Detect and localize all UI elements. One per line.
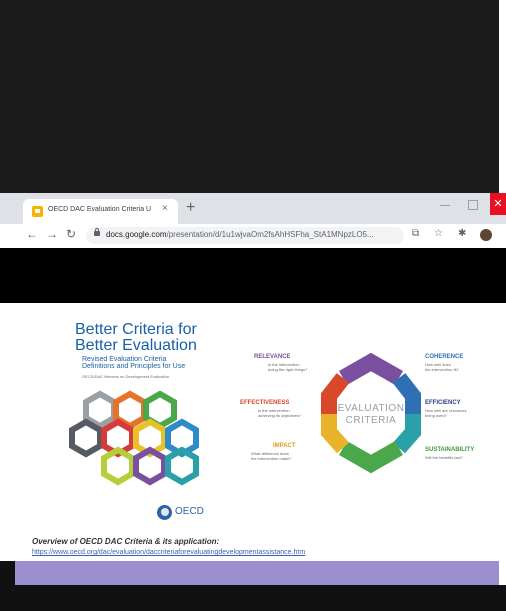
left-black-corner xyxy=(0,561,15,585)
hexagon-cluster-icon xyxy=(69,390,199,486)
new-tab-button[interactable]: + xyxy=(186,199,195,217)
slide-footer-bar xyxy=(15,561,499,585)
effectiveness-question: Is the intervention achieving its objecti… xyxy=(258,408,301,418)
slides-favicon-icon xyxy=(32,206,43,217)
efficiency-q2: being used? xyxy=(425,413,447,418)
relevance-question: Is the intervention doing the right thing… xyxy=(268,362,307,372)
center-line1: EVALUATION xyxy=(337,403,405,414)
slide-title: Better Criteria for Better Evaluation xyxy=(75,322,197,354)
evaluation-criteria-label: EVALUATION CRITERIA xyxy=(331,403,411,427)
coherence-q2: the intervention fit? xyxy=(425,367,459,372)
forward-arrow-icon[interactable]: → xyxy=(46,227,58,241)
oecd-criteria-link[interactable]: https://www.oecd.org/dac/evaluation/dacc… xyxy=(32,549,305,556)
efficiency-question: How well are resources being used? xyxy=(425,408,467,418)
window-close-button[interactable]: ✕ xyxy=(490,193,506,215)
sustainability-title: SUSTAINABILITY xyxy=(425,447,475,453)
maximize-icon[interactable] xyxy=(468,200,478,210)
relevance-q2: doing the right things? xyxy=(268,367,308,372)
impact-question: What difference does the intervention mak… xyxy=(251,451,291,461)
minimize-icon[interactable] xyxy=(440,205,450,206)
overview-caption: Overview of OECD DAC Criteria & its appl… xyxy=(32,537,220,546)
presentation-black-band xyxy=(0,248,506,303)
profile-avatar[interactable] xyxy=(480,229,492,241)
impact-q2: the intervention make? xyxy=(251,456,292,461)
efficiency-title: EFFICIENCY xyxy=(425,400,461,406)
coherence-title: COHERENCE xyxy=(425,354,464,360)
impact-title: IMPACT xyxy=(273,443,296,449)
reload-icon[interactable]: ↻ xyxy=(66,227,76,241)
url-path: /presentation/d/1u1wjvaOm2fsAhHSFha_StA1… xyxy=(166,230,374,239)
slide-subtitle: Revised Evaluation Criteria Definitions a… xyxy=(82,356,185,370)
sustainability-q1: Will the benefits last? xyxy=(425,455,463,460)
slide-subtitle-line2: Definitions and Principles for Use xyxy=(82,363,186,370)
hex-dark xyxy=(69,418,103,458)
video-black-top xyxy=(0,0,499,193)
segment-sustainability xyxy=(339,441,403,474)
network-label: OECD/DAC Network on Development Evaluati… xyxy=(82,374,169,379)
effectiveness-q2: achieving its objectives? xyxy=(258,413,302,418)
relevance-title: RELEVANCE xyxy=(254,354,291,360)
oecd-logo-text: OECD xyxy=(175,506,204,517)
effectiveness-title: EFFECTIVENESS xyxy=(240,400,290,406)
cast-icon[interactable]: ⧉ xyxy=(412,228,419,239)
url-host: docs.google.com xyxy=(106,230,167,239)
video-black-bottom xyxy=(0,585,506,611)
slide-title-line1: Better Criteria for xyxy=(75,321,197,338)
slide-title-line2: Better Evaluation xyxy=(75,337,197,354)
extensions-icon[interactable]: ✱ xyxy=(458,228,466,239)
lock-icon xyxy=(94,228,100,236)
coherence-question: How well does the intervention fit? xyxy=(425,362,459,372)
back-arrow-icon[interactable]: ← xyxy=(26,227,38,241)
slide-subtitle-line1: Revised Evaluation Criteria xyxy=(82,356,167,363)
oecd-globe-icon xyxy=(157,505,172,520)
center-line2: CRITERIA xyxy=(345,415,397,426)
bookmark-star-icon[interactable]: ☆ xyxy=(434,228,443,239)
sustainability-question: Will the benefits last? xyxy=(425,455,463,460)
tab-title: OECD DAC Evaluation Criteria U xyxy=(48,206,152,213)
segment-relevance xyxy=(339,352,403,385)
url-text[interactable]: docs.google.com/presentation/d/1u1wjvaOm… xyxy=(106,230,374,239)
tab-close-icon[interactable]: × xyxy=(162,203,168,214)
